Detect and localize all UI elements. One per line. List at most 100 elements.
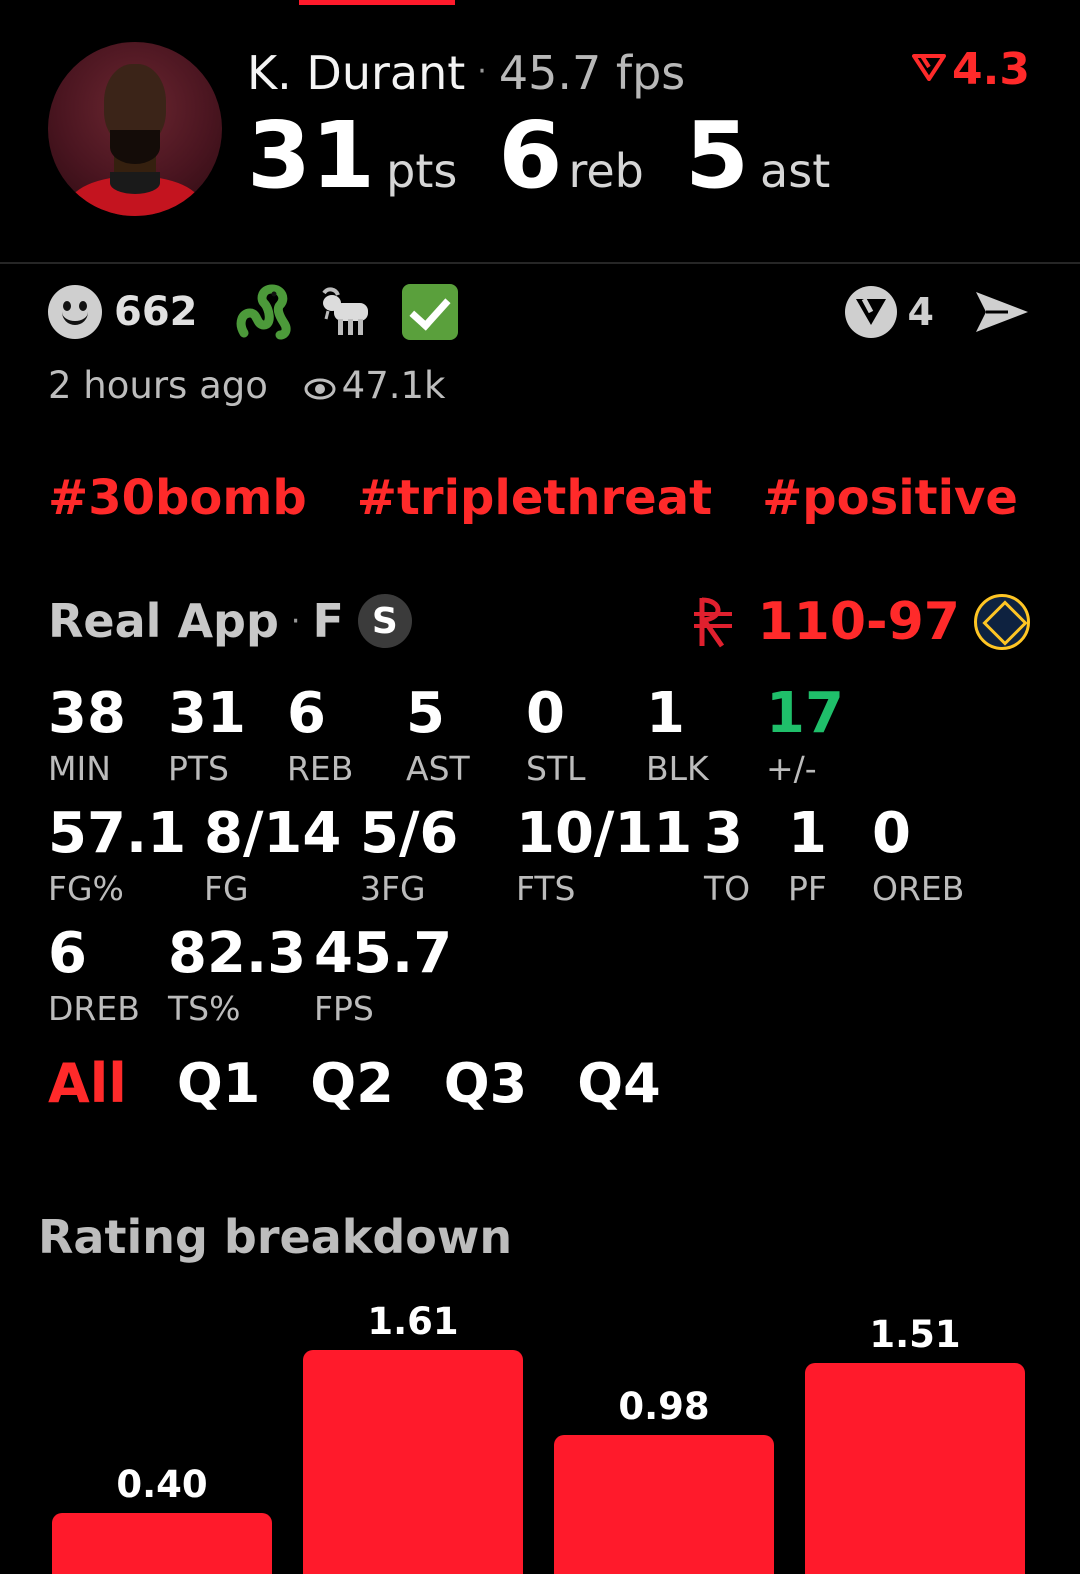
stat-value: 10/11 [516,801,693,866]
rating-bar-q4[interactable] [805,1363,1025,1574]
stat-value: 5 [406,681,445,746]
stat-value: 6 [287,681,326,746]
tab-q4[interactable]: Q4 [577,1052,660,1115]
reaction-count[interactable]: 662 [114,289,198,335]
stat-label: TO [704,869,751,908]
score-value[interactable]: 110-97 [758,592,961,652]
check-icon[interactable] [401,284,458,340]
game-score[interactable]: 110-97 [692,592,1030,652]
stat-value: 3 [704,801,743,866]
stat-label: FG% [48,869,124,908]
stat-ts-pct: 82.3 TS% [168,921,307,1028]
source-name: Real App [48,594,279,648]
rating-bar-q3[interactable] [554,1435,774,1574]
stat-oreb: 0 OREB [872,801,964,906]
stat-dreb: 6 DREB [48,921,140,1026]
game-source: Real App · F S [48,594,412,648]
stat-label: FG [204,869,249,908]
goat-icon[interactable] [318,283,376,341]
stat-label: TS% [168,989,241,1028]
share-group: 4 [844,284,1030,340]
quarter-tabs: All Q1 Q2 Q3 Q4 [48,1052,661,1115]
stat-value: 8/14 [204,801,342,866]
player-name[interactable]: K. Durant [247,46,465,100]
comment-icon[interactable] [844,285,898,339]
stat-fg-pct: 57.1 FG% [48,801,187,908]
stat-value: 57.1 [48,801,187,866]
rockets-logo-icon [693,597,732,648]
view-count: 47.1k [341,364,446,407]
rating-bar-value-label: 1.51 [869,1313,961,1356]
tab-q2[interactable]: Q2 [310,1052,393,1115]
player-fps: 45.7 fps [498,46,686,100]
reactions-row: 662 [48,284,458,340]
stat-fps: 45.7 FPS [314,921,453,1028]
rating-bar-q2[interactable] [303,1350,523,1574]
player-name-line[interactable]: K. Durant · 45.7 fps [247,46,685,100]
hashtag[interactable]: #triplethreat [357,470,712,526]
stat-label: +/- [766,749,817,788]
stat-3fg: 5/6 3FG [360,801,459,908]
stat-label: FTS [516,869,576,908]
stat-label: FPS [314,989,374,1028]
starter-badge: S [357,594,412,648]
top-tab-indicator [299,0,455,5]
tab-q3[interactable]: Q3 [444,1052,527,1115]
stat-value: 6 [48,921,87,986]
stat-value: 5/6 [360,801,459,866]
rating-bar-q1[interactable] [52,1513,272,1574]
headline-reb-unit: reb [568,144,644,198]
tab-q1[interactable]: Q1 [177,1052,260,1115]
player-avatar[interactable] [48,42,222,216]
stat-to: 3 TO [704,801,751,908]
stat-reb: 6 REB [287,681,354,788]
tab-all[interactable]: All [48,1052,127,1115]
send-icon[interactable] [974,288,1030,336]
stat-value: 1 [646,681,685,746]
stat-value: 31 [168,681,246,746]
stat-value: 38 [48,681,126,746]
share-count[interactable]: 4 [908,290,934,334]
stat-value: 0 [872,801,911,866]
rating-bar-value-label: 0.40 [116,1463,208,1506]
headline-ast-unit: ast [760,144,831,198]
stat-label: PF [788,869,827,908]
headline-ast-value: 5 [684,102,749,209]
rating-breakdown-title: Rating breakdown [38,1210,513,1264]
stat-blk: 1 BLK [646,681,709,786]
stat-label: 3FG [360,869,426,908]
rating-breakdown-chart: 0.40 1.61 0.98 1.51 [0,1280,1080,1574]
stat-label: REB [287,749,354,788]
stat-label: PTS [168,749,230,788]
headline-reb-value: 6 [498,102,563,209]
headline-stats: 31 pts 6 reb 5 ast [247,102,866,209]
stat-value: 82.3 [168,921,307,986]
stat-value: 45.7 [314,921,453,986]
stat-fg: 8/14 FG [204,801,342,908]
headline-pts-unit: pts [386,144,458,198]
stat-pts: 31 PTS [168,681,246,788]
nuggets-logo-icon [974,594,1030,650]
stat-plus-minus: 17 +/- [766,686,844,788]
rating-change: 4.3 [912,44,1030,95]
hashtag[interactable]: #30bomb [48,470,307,526]
stat-label: STL [526,749,586,788]
hashtag[interactable]: #positive [762,470,1018,526]
eye-icon [304,378,336,400]
stat-fts: 10/11 FTS [516,801,693,908]
down-triangle-icon [912,54,947,81]
player-position: F [312,594,344,648]
stat-ast: 5 AST [406,681,470,788]
snake-icon[interactable] [234,283,292,341]
time-ago: 2 hours ago [48,364,268,407]
name-separator: · [477,54,487,89]
headline-pts-value: 31 [247,102,376,209]
rating-bar-value-label: 0.98 [618,1385,710,1428]
stat-value: 0 [526,681,565,746]
stat-stl: 0 STL [526,681,586,788]
smile-icon[interactable] [48,285,102,339]
post-meta: 2 hours ago 47.1k [48,364,445,407]
stat-label: AST [406,749,470,788]
rating-change-value: 4.3 [952,44,1030,95]
rating-bar-value-label: 1.61 [367,1300,459,1343]
